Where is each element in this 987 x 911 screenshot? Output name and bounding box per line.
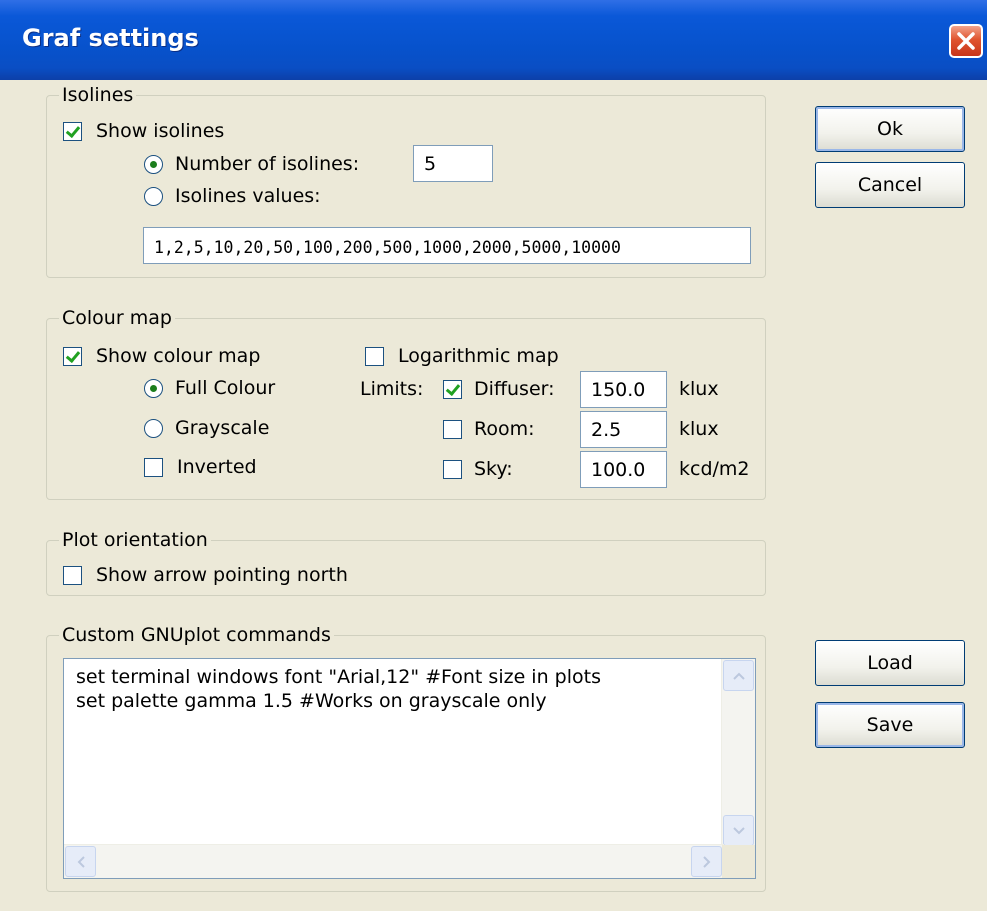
show-isolines-label: Show isolines xyxy=(96,120,225,142)
save-button[interactable]: Save xyxy=(815,702,965,748)
show-colour-map-label: Show colour map xyxy=(96,345,261,367)
full-colour-radio-dot[interactable] xyxy=(144,378,163,398)
grayscale-radio[interactable]: Grayscale xyxy=(144,416,269,440)
show-isolines-checkbox[interactable]: Show isolines xyxy=(63,119,224,143)
ok-button[interactable]: Ok xyxy=(815,106,965,152)
number-of-isolines-radio-dot[interactable] xyxy=(144,154,163,174)
number-of-isolines-input[interactable]: 5 xyxy=(413,145,493,182)
inverted-checkbox[interactable]: Inverted xyxy=(144,455,257,479)
isolines-values-radio-dot[interactable] xyxy=(144,186,163,206)
gnuplot-commands-textarea[interactable]: set terminal windows font "Arial,12" #Fo… xyxy=(63,658,756,879)
full-colour-label: Full Colour xyxy=(175,377,276,399)
custom-gnuplot-legend: Custom GNUplot commands xyxy=(59,623,334,647)
sky-checkbox[interactable]: Sky: xyxy=(443,457,513,481)
close-button[interactable] xyxy=(949,24,983,58)
custom-gnuplot-group: Custom GNUplot commands set terminal win… xyxy=(46,623,766,892)
isolines-values-label: Isolines values: xyxy=(175,185,321,207)
plot-orientation-group: Plot orientation Show arrow pointing nor… xyxy=(46,528,766,596)
graf-settings-dialog: Graf settings Isolines Show isolines Num… xyxy=(0,0,987,911)
scroll-down-button[interactable] xyxy=(723,815,754,846)
show-arrow-north-checkbox[interactable]: Show arrow pointing north xyxy=(63,563,348,587)
sky-check[interactable] xyxy=(443,459,462,479)
scrollbar-corner xyxy=(722,845,755,878)
grayscale-radio-dot[interactable] xyxy=(144,418,163,438)
isolines-values-input[interactable]: 1,2,5,10,20,50,100,200,500,1000,2000,500… xyxy=(143,227,751,264)
inverted-label: Inverted xyxy=(177,456,257,478)
number-of-isolines-radio[interactable]: Number of isolines: xyxy=(144,152,359,176)
scroll-up-button[interactable] xyxy=(723,660,754,691)
chevron-down-icon xyxy=(732,826,745,834)
colour-map-group: Colour map Show colour map Full Colour G… xyxy=(46,306,766,500)
full-colour-radio[interactable]: Full Colour xyxy=(144,376,275,400)
chevron-right-icon xyxy=(702,855,710,868)
isolines-group: Isolines Show isolines Number of isoline… xyxy=(46,83,766,278)
inverted-check[interactable] xyxy=(144,457,163,477)
scroll-right-button[interactable] xyxy=(691,846,722,877)
show-colour-map-checkbox[interactable]: Show colour map xyxy=(63,344,260,368)
logarithmic-map-checkbox[interactable]: Logarithmic map xyxy=(365,344,559,368)
show-colour-map-check[interactable] xyxy=(63,346,82,366)
chevron-left-icon xyxy=(77,855,85,868)
show-arrow-north-check[interactable] xyxy=(63,565,82,585)
logarithmic-map-label: Logarithmic map xyxy=(398,345,559,367)
scroll-left-button[interactable] xyxy=(65,846,96,877)
sky-label: Sky: xyxy=(474,458,513,480)
room-unit: klux xyxy=(679,418,719,440)
diffuser-input[interactable]: 150.0 xyxy=(580,371,667,408)
grayscale-label: Grayscale xyxy=(175,417,270,439)
diffuser-label: Diffuser: xyxy=(474,378,555,400)
cancel-button[interactable]: Cancel xyxy=(815,162,965,208)
gnuplot-commands-text: set terminal windows font "Arial,12" #Fo… xyxy=(76,666,601,712)
diffuser-check[interactable] xyxy=(443,379,462,399)
sky-unit: kcd/m2 xyxy=(679,458,750,480)
load-button[interactable]: Load xyxy=(815,640,965,686)
show-arrow-north-label: Show arrow pointing north xyxy=(96,564,348,586)
sky-input[interactable]: 100.0 xyxy=(580,451,667,488)
logarithmic-map-check[interactable] xyxy=(365,346,384,366)
room-input[interactable]: 2.5 xyxy=(580,411,667,448)
horizontal-scrollbar[interactable] xyxy=(64,844,724,878)
room-checkbox[interactable]: Room: xyxy=(443,417,535,441)
vertical-scrollbar[interactable] xyxy=(721,659,755,847)
number-of-isolines-label: Number of isolines: xyxy=(175,153,360,175)
diffuser-unit: klux xyxy=(679,378,719,400)
isolines-values-radio[interactable]: Isolines values: xyxy=(144,184,321,208)
dialog-body: Isolines Show isolines Number of isoline… xyxy=(0,80,987,911)
window-title: Graf settings xyxy=(22,24,199,52)
plot-orientation-legend: Plot orientation xyxy=(59,528,211,552)
chevron-up-icon xyxy=(732,672,745,680)
room-label: Room: xyxy=(474,418,535,440)
diffuser-checkbox[interactable]: Diffuser: xyxy=(443,377,555,401)
room-check[interactable] xyxy=(443,419,462,439)
close-icon xyxy=(957,32,975,50)
colour-map-legend: Colour map xyxy=(59,306,175,330)
limits-label: Limits: xyxy=(360,378,424,400)
isolines-legend: Isolines xyxy=(59,83,137,107)
title-bar[interactable]: Graf settings xyxy=(0,0,987,80)
show-isolines-check[interactable] xyxy=(63,121,82,141)
